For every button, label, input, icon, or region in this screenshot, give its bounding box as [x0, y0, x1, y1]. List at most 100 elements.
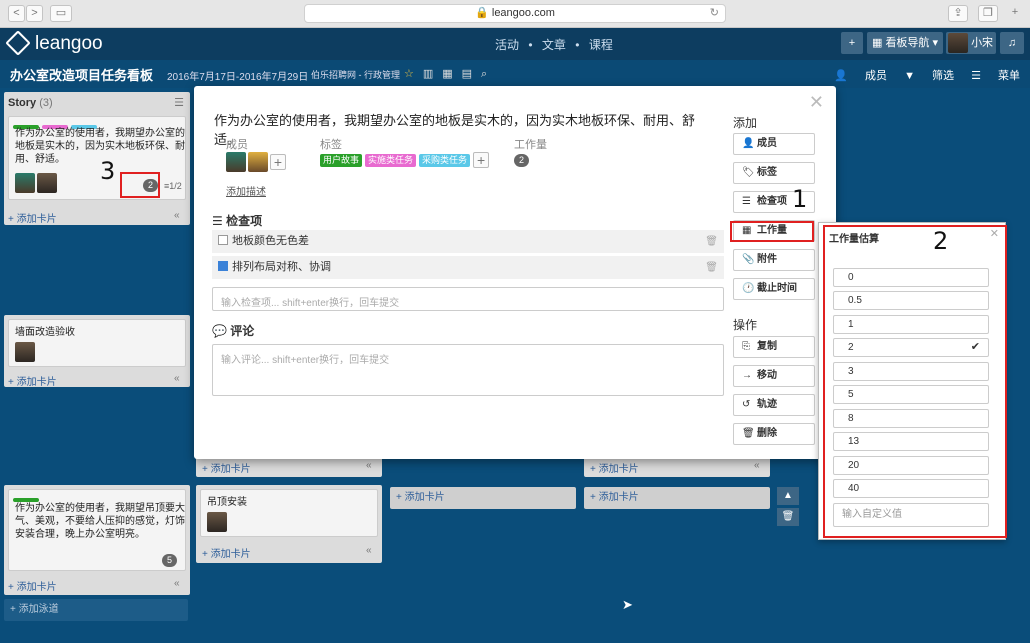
avatar[interactable]: [248, 152, 268, 172]
collapse-icon[interactable]: «: [174, 373, 180, 384]
comment-input[interactable]: 输入评论... shift+enter换行，回车提交: [212, 344, 724, 396]
collapse-icon[interactable]: «: [366, 460, 372, 471]
user-menu[interactable]: 小宋: [946, 32, 996, 54]
add-card-button[interactable]: + 添加卡片: [8, 210, 57, 225]
check-item-text: 地板颜色无色差: [232, 235, 309, 247]
card-ceiling[interactable]: 作为办公室的使用者，我期望吊顶要大气、美观，不要给人压抑的感觉，灯饰安装合理，晚…: [8, 489, 186, 571]
forward-button[interactable]: >: [26, 5, 43, 22]
add-card-button[interactable]: + 添加卡片: [202, 460, 251, 475]
column-menu-icon[interactable]: ☰: [174, 96, 184, 109]
board-title: 办公室改造项目任务看板: [10, 68, 154, 83]
top-nav: 活动 • 文章 • 课程: [492, 36, 616, 53]
add-member-button[interactable]: +: [270, 154, 286, 170]
board-nav-button[interactable]: ▦ 看板导航 ▾: [867, 32, 943, 54]
workload-label: 工作量: [514, 139, 547, 151]
column-title: Story (3): [8, 97, 53, 109]
trash-icon[interactable]: 🗑: [705, 256, 718, 279]
delete-button[interactable]: 🗑 删除: [733, 423, 815, 445]
star-icon[interactable]: ☆: [404, 68, 423, 80]
sidebar-toggle-icon[interactable]: ▭: [50, 5, 72, 22]
trash-icon[interactable]: 🗑: [705, 230, 718, 253]
card-text: 作为办公室的使用者，我期望吊顶要大气、美观，不要给人压抑的感觉，灯饰安装合理，晚…: [15, 503, 185, 540]
add-card-button[interactable]: + 添加卡片: [390, 487, 576, 509]
move-button[interactable]: → 移动: [733, 365, 815, 387]
nav-articles[interactable]: 文章: [542, 38, 566, 52]
trash-icon[interactable]: 🗑: [777, 508, 799, 526]
due-date-button[interactable]: 🕐 截止时间: [733, 278, 815, 300]
collapse-icon[interactable]: «: [754, 460, 760, 471]
add-card-button[interactable]: + 添加卡片: [584, 487, 770, 509]
add-card-button[interactable]: + 添加卡片: [8, 578, 57, 593]
board-tool-icons[interactable]: ☆▥▦▤⌕: [404, 67, 496, 81]
clock-icon: 🕐: [742, 283, 755, 294]
nav-sep: •: [528, 38, 533, 52]
story-column-lane2: 墙面改造验收 + 添加卡片 «: [4, 315, 190, 388]
back-button[interactable]: <: [8, 5, 25, 22]
avatar[interactable]: [226, 152, 246, 172]
collapse-icon[interactable]: «: [174, 578, 180, 589]
card-ceiling-install[interactable]: 吊顶安装: [200, 489, 378, 537]
card-members: [15, 173, 59, 193]
tags-button[interactable]: 🏷 标签: [733, 162, 815, 184]
address-bar[interactable]: 🔒 leangoo.com ↻: [304, 4, 726, 23]
annotation-box-badge: [120, 172, 160, 198]
board-dates: 2016年7月17日-2016年7月29日: [167, 72, 309, 83]
workload-badge: 5: [162, 554, 177, 567]
add-card-button[interactable]: + 添加卡片: [202, 545, 251, 560]
checklist-input[interactable]: 输入检查项... shift+enter换行，回车提交: [212, 287, 724, 311]
collapse-icon[interactable]: «: [366, 545, 372, 556]
card-wall[interactable]: 墙面改造验收: [8, 319, 186, 367]
bell-icon[interactable]: ♫: [1000, 32, 1024, 54]
filter-link[interactable]: ▼ 筛选: [904, 70, 954, 82]
logo[interactable]: leangoo: [5, 30, 103, 56]
checklist-count: ≡1/2: [164, 181, 182, 191]
check-item[interactable]: 排列布局对称、协调 🗑: [212, 256, 724, 279]
add-card-button[interactable]: + 添加卡片: [590, 460, 639, 475]
check-item[interactable]: 地板颜色无色差 🗑: [212, 230, 724, 253]
modal-title[interactable]: 作为办公室的使用者，我期望办公室的地板是实木的，因为实木地板环保、耐用、舒适。: [214, 110, 714, 148]
add-card-button[interactable]: + 添加卡片: [8, 373, 57, 388]
trash-icon: 🗑: [742, 428, 755, 439]
workload-badge[interactable]: 2: [514, 152, 529, 167]
nav-courses[interactable]: 课程: [589, 38, 613, 52]
checkbox[interactable]: [218, 235, 228, 245]
browser-toolbar: < > ▭ 🔒 leangoo.com ↻ ⇪ ❐ +: [0, 0, 1030, 28]
check-item-text: 排列布局对称、协调: [232, 261, 331, 273]
tabs-icon[interactable]: ❐: [978, 5, 998, 22]
list-icon: ☰: [212, 214, 227, 228]
close-icon[interactable]: ✕: [809, 92, 824, 113]
add-lane-button[interactable]: + 添加泳道: [4, 599, 188, 621]
tag-purchase[interactable]: 采购类任务: [419, 154, 471, 168]
board-org[interactable]: 伯乐招聘网 - 行政管理: [311, 68, 400, 81]
share-icon[interactable]: ⇪: [948, 5, 968, 22]
card-members: [207, 512, 229, 532]
card-text: 墙面改造验收: [15, 327, 75, 338]
add-tag-button[interactable]: +: [473, 152, 490, 168]
grid-icon: ▦: [871, 37, 886, 49]
avatar: [15, 173, 35, 193]
reload-icon[interactable]: ↻: [710, 5, 719, 22]
members-link[interactable]: 👤 成员: [834, 70, 887, 82]
comments-header: 💬 评论: [212, 324, 255, 338]
mouse-cursor-icon: ➤: [622, 597, 633, 612]
nav-activity[interactable]: 活动: [495, 38, 519, 52]
modal-members: +: [226, 152, 286, 172]
modal-tags: 用户故事 实施类任务 采购类任务 +: [320, 152, 490, 168]
app-header: leangoo 活动 • 文章 • 课程 + ▦ 看板导航 ▾ 小宋 ♫: [0, 28, 1030, 60]
menu-link[interactable]: ☰ 菜单: [971, 70, 1020, 82]
new-tab-icon[interactable]: +: [1006, 5, 1024, 22]
track-button[interactable]: ↺ 轨迹: [733, 394, 815, 416]
collapse-icon[interactable]: «: [174, 210, 180, 221]
attach-button[interactable]: 📎 附件: [733, 249, 815, 271]
move-up-icon[interactable]: ▲: [777, 487, 799, 505]
story-column: Story (3) ☰ 作为办公室的使用者，我期望办公室的地板是实木的，因为实木…: [4, 92, 190, 225]
tag-user-story[interactable]: 用户故事: [320, 154, 363, 168]
add-description-link[interactable]: 添加描述: [226, 183, 266, 198]
add-button[interactable]: +: [841, 32, 863, 54]
view-icons[interactable]: ▥▦▤⌕: [423, 68, 496, 80]
copy-button[interactable]: ⎘ 复制: [733, 336, 815, 358]
tag-implementation[interactable]: 实施类任务: [365, 154, 417, 168]
members-button[interactable]: 👤 成员: [733, 133, 815, 155]
checkbox-checked[interactable]: [218, 261, 228, 271]
logo-text: leangoo: [35, 33, 103, 54]
